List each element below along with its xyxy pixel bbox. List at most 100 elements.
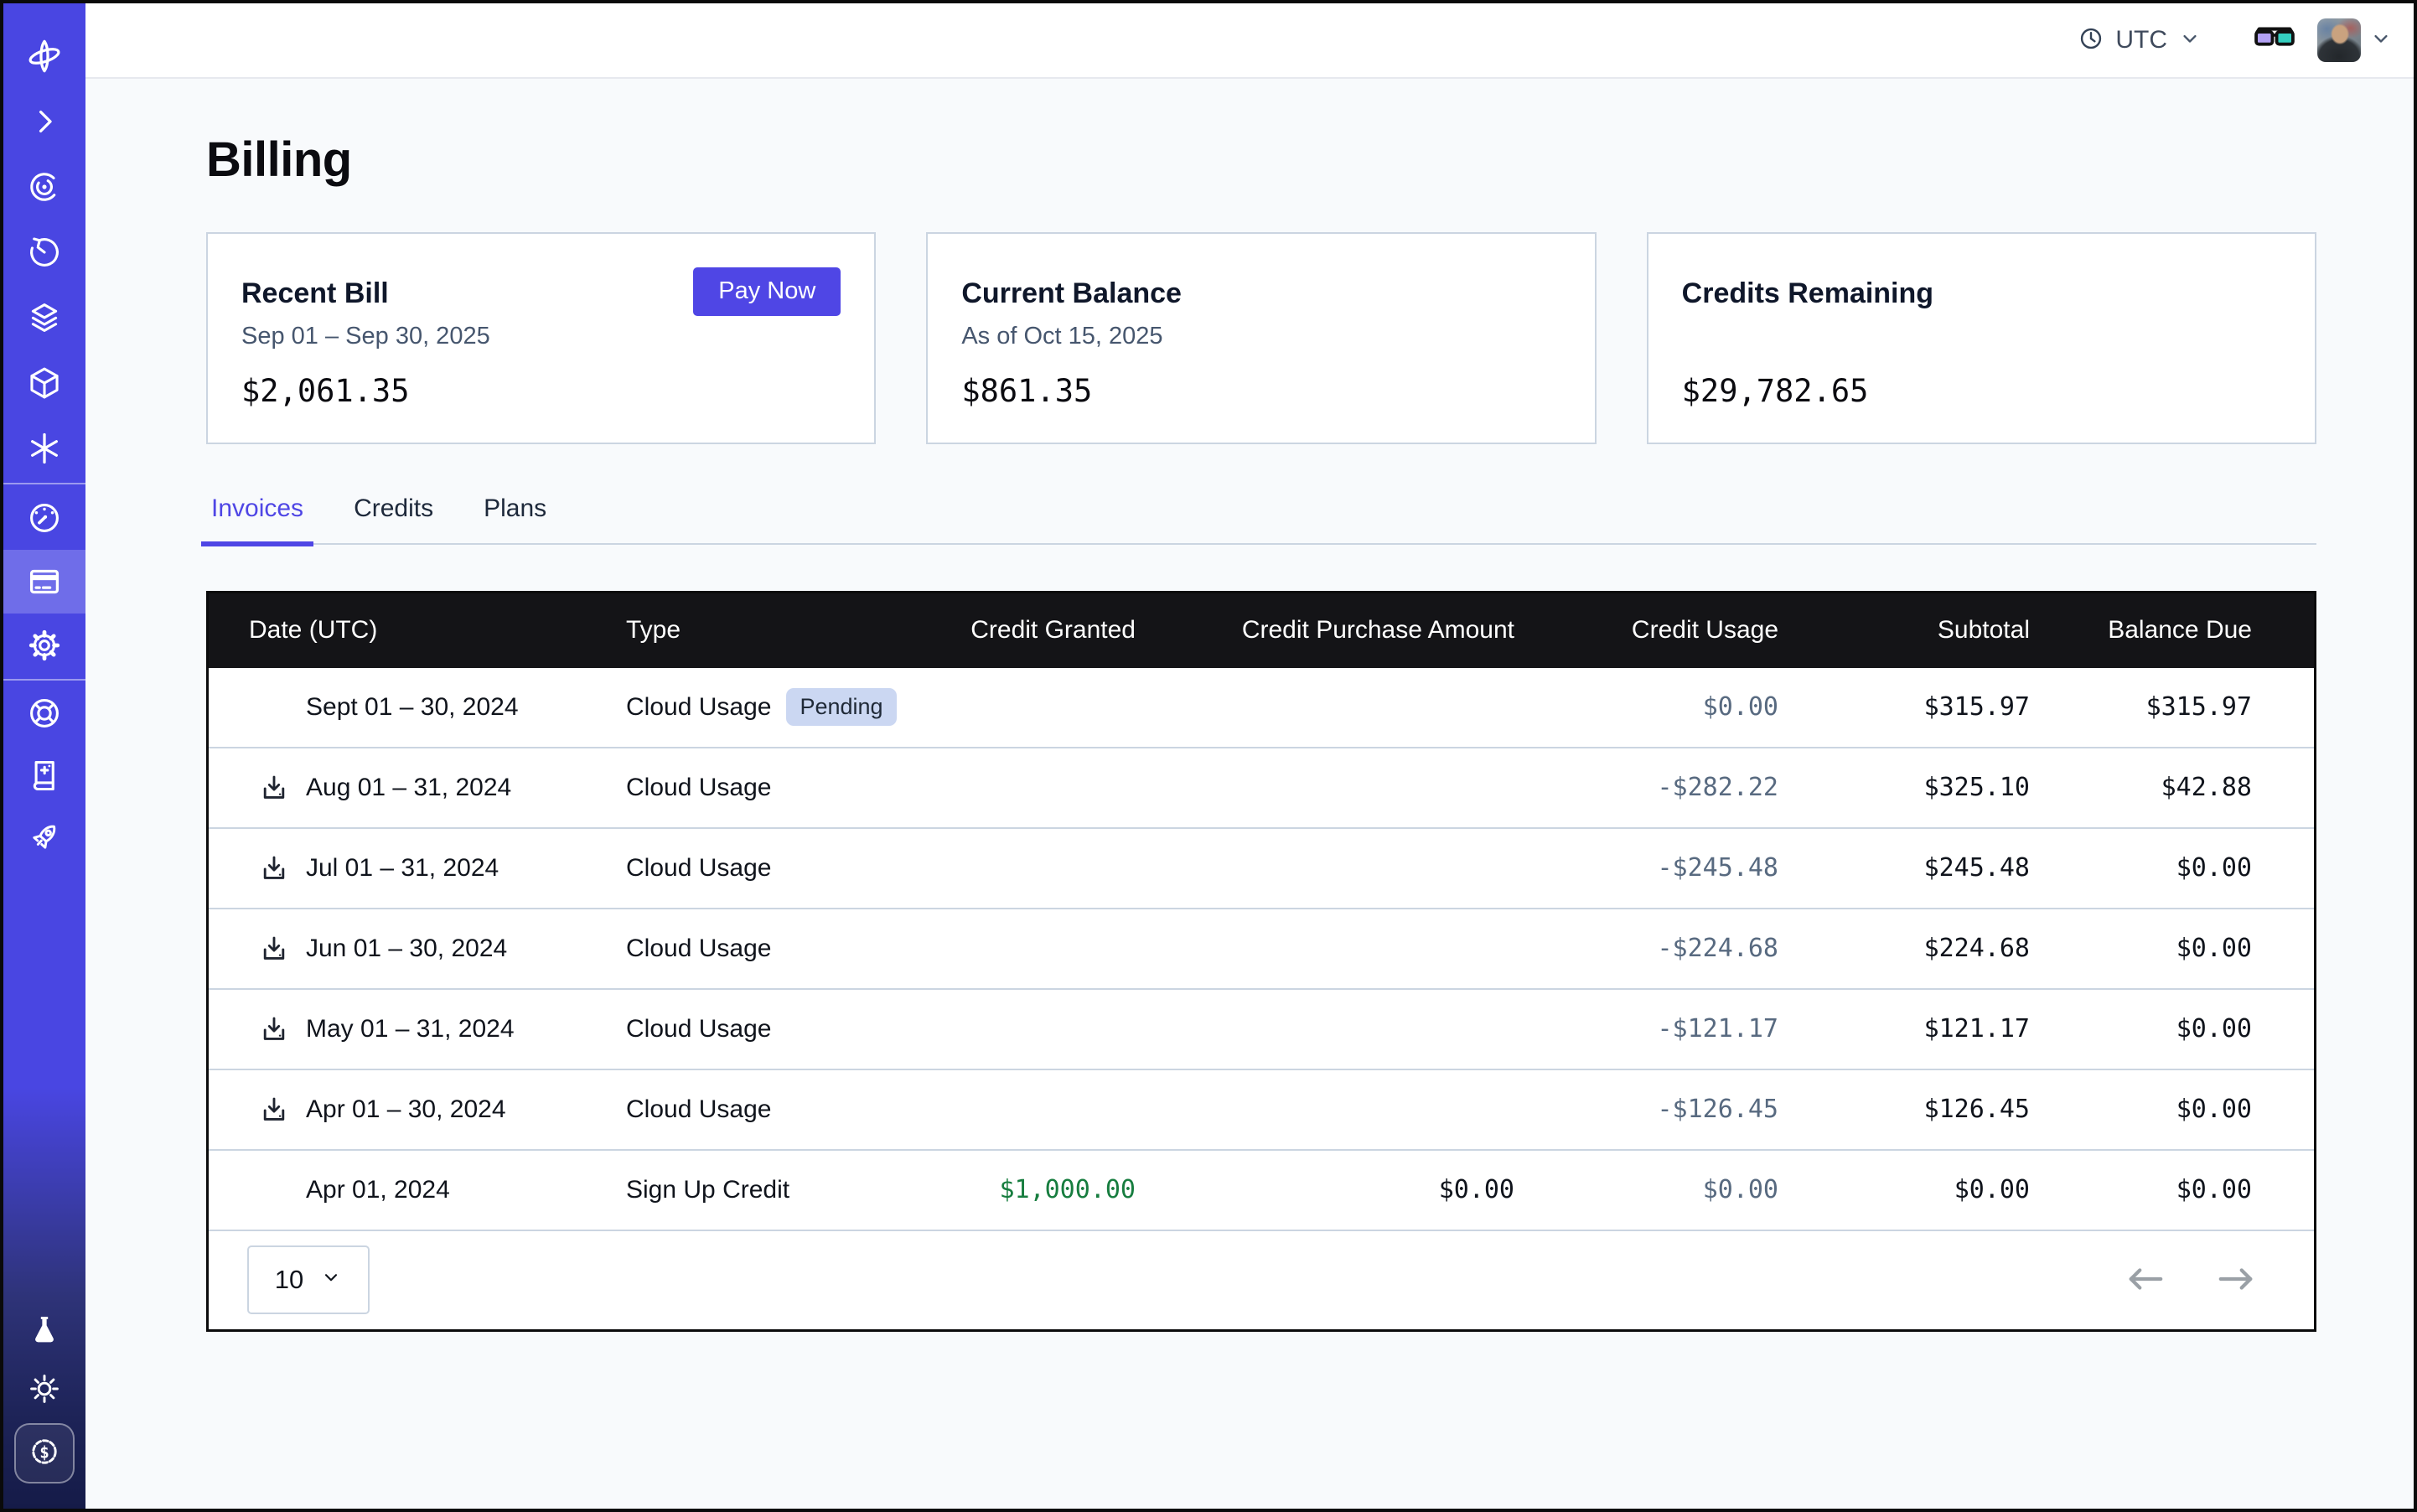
cube-icon (26, 365, 63, 401)
next-page-button[interactable] (2217, 1266, 2255, 1294)
current-balance-card: Current Balance As of Oct 15, 2025 $861.… (926, 232, 1596, 444)
page-content: Billing Recent Bill Sep 01 – Sep 30, 202… (85, 79, 2414, 1509)
previous-page-button[interactable] (2126, 1266, 2165, 1294)
sidebar-item-history[interactable] (3, 220, 85, 285)
app-window: $ UTC Billing (0, 0, 2417, 1512)
sidebar-item-rewards[interactable]: $ (14, 1423, 75, 1484)
credit-usage-value: -$224.68 (1658, 934, 1779, 963)
clock-icon (2078, 25, 2104, 56)
balance-due-value: $0.00 (2176, 853, 2252, 883)
sidebar-item-launch[interactable] (3, 806, 85, 868)
card-title: Credits Remaining (1682, 277, 1933, 310)
sun-icon (27, 1371, 62, 1406)
logo-orbit-icon (25, 37, 64, 75)
balance-as-of: As of Oct 15, 2025 (961, 323, 1162, 350)
table-row: Sept 01 – 30, 2024 Cloud Usage Pending $… (209, 668, 2314, 748)
table-row: Jun 01 – 30, 2024 Cloud Usage -$224.68 $… (209, 909, 2314, 990)
subtotal-value: $245.48 (1924, 853, 2030, 883)
download-invoice-button[interactable] (259, 1014, 289, 1044)
download-invoice-button[interactable] (259, 1095, 289, 1125)
credits-remaining-card: Credits Remaining $29,782.65 (1647, 232, 2316, 444)
dollar-seal-icon: $ (26, 1433, 63, 1474)
recent-bill-amount: $2,061.35 (241, 373, 409, 409)
pager-controls (2126, 1266, 2255, 1294)
sidebar-bottom-group: $ (3, 1301, 85, 1484)
sidebar-item-observability[interactable] (3, 154, 85, 220)
credit-usage-value: -$245.48 (1658, 853, 1779, 883)
sidebar-item-models[interactable] (3, 416, 85, 481)
credit-card-icon (26, 563, 63, 600)
column-header-credit-granted: Credit Granted (919, 616, 1136, 645)
download-invoice-button[interactable] (259, 853, 289, 883)
sidebar-spacer (3, 868, 85, 1301)
gauge-icon (26, 500, 63, 536)
chevron-down-icon (2178, 27, 2202, 54)
sidebar-item-docs[interactable] (3, 744, 85, 806)
3d-glasses-icon (2252, 41, 2297, 55)
flask-icon (27, 1313, 62, 1348)
invoice-period: Apr 01, 2024 (306, 1176, 450, 1204)
sidebar-divider (3, 679, 85, 681)
sidebar-item-billing[interactable] (3, 550, 85, 614)
column-header-balance-due: Balance Due (2030, 616, 2326, 645)
summary-cards: Recent Bill Sep 01 – Sep 30, 2025 $2,061… (206, 232, 2316, 444)
sidebar-item-logo[interactable] (3, 23, 85, 89)
invoices-table: Date (UTC) Type Credit Granted Credit Pu… (206, 591, 2316, 1332)
chevron-down-icon (2369, 39, 2393, 54)
invoice-type: Cloud Usage (626, 1095, 771, 1124)
sidebar-item-support[interactable] (3, 682, 85, 744)
tab-invoices[interactable]: Invoices (206, 495, 308, 543)
tab-credits[interactable]: Credits (349, 495, 438, 543)
history-clock-icon (26, 234, 63, 271)
invoice-type: Sign Up Credit (626, 1176, 789, 1204)
invoice-period: Sept 01 – 30, 2024 (306, 693, 519, 722)
account-menu-button[interactable] (2369, 27, 2393, 54)
sidebar-divider (3, 483, 85, 484)
sidebar-item-collapse[interactable] (3, 89, 85, 154)
balance-due-value: $0.00 (2176, 934, 2252, 963)
balance-due-value: $0.00 (2176, 1175, 2252, 1204)
timezone-selector[interactable]: UTC (2078, 25, 2202, 56)
table-row: Aug 01 – 31, 2024 Cloud Usage -$282.22 $… (209, 748, 2314, 829)
invoice-period: May 01 – 31, 2024 (306, 1015, 515, 1043)
invoice-type: Cloud Usage (626, 693, 771, 722)
invoice-period: Apr 01 – 30, 2024 (306, 1095, 506, 1124)
sidebar-item-layers[interactable] (3, 285, 85, 350)
billing-period: Sep 01 – Sep 30, 2025 (241, 323, 490, 350)
credit-purchase-amount-value: $0.00 (1439, 1175, 1514, 1204)
download-invoice-button[interactable] (259, 773, 289, 803)
sidebar-item-theme[interactable] (3, 1359, 85, 1418)
subtotal-value: $0.00 (1954, 1175, 2030, 1204)
credit-granted-value: $1,000.00 (999, 1175, 1136, 1204)
sidebar-item-usage[interactable] (3, 486, 85, 550)
invoice-type: Cloud Usage (626, 774, 771, 802)
status-badge: Pending (786, 688, 896, 726)
table-header: Date (UTC) Type Credit Granted Credit Pu… (209, 593, 2314, 668)
invoice-period: Jun 01 – 30, 2024 (306, 935, 507, 963)
page-size-value: 10 (275, 1265, 303, 1295)
column-header-credit-usage: Credit Usage (1514, 616, 1778, 645)
subtotal-value: $325.10 (1924, 773, 2030, 802)
table-row: Jul 01 – 31, 2024 Cloud Usage -$245.48 $… (209, 829, 2314, 909)
credit-usage-value: -$121.17 (1658, 1014, 1779, 1043)
credit-usage-value: -$126.45 (1658, 1095, 1779, 1124)
billing-tabs: Invoices Credits Plans (206, 495, 2316, 545)
svg-text:$: $ (39, 1442, 49, 1462)
arrow-left-icon (2126, 1282, 2165, 1295)
credit-usage-value: -$282.22 (1658, 773, 1779, 802)
gear-icon (26, 627, 63, 664)
avatar[interactable] (2317, 18, 2361, 62)
page-size-select[interactable]: 10 (247, 1245, 370, 1314)
download-invoice-button[interactable] (259, 934, 289, 964)
chevron-down-icon (320, 1265, 342, 1295)
pay-now-button[interactable]: Pay Now (693, 267, 841, 316)
card-title: Recent Bill (241, 277, 389, 310)
current-balance-amount: $861.35 (961, 373, 1092, 409)
3d-glasses-button[interactable] (2252, 25, 2297, 56)
tab-plans[interactable]: Plans (479, 495, 551, 543)
sidebar-item-resources[interactable] (3, 350, 85, 416)
rocket-icon (26, 819, 63, 856)
arrow-right-icon (2217, 1282, 2255, 1295)
sidebar-item-settings[interactable] (3, 614, 85, 677)
sidebar-item-labs[interactable] (3, 1301, 85, 1359)
